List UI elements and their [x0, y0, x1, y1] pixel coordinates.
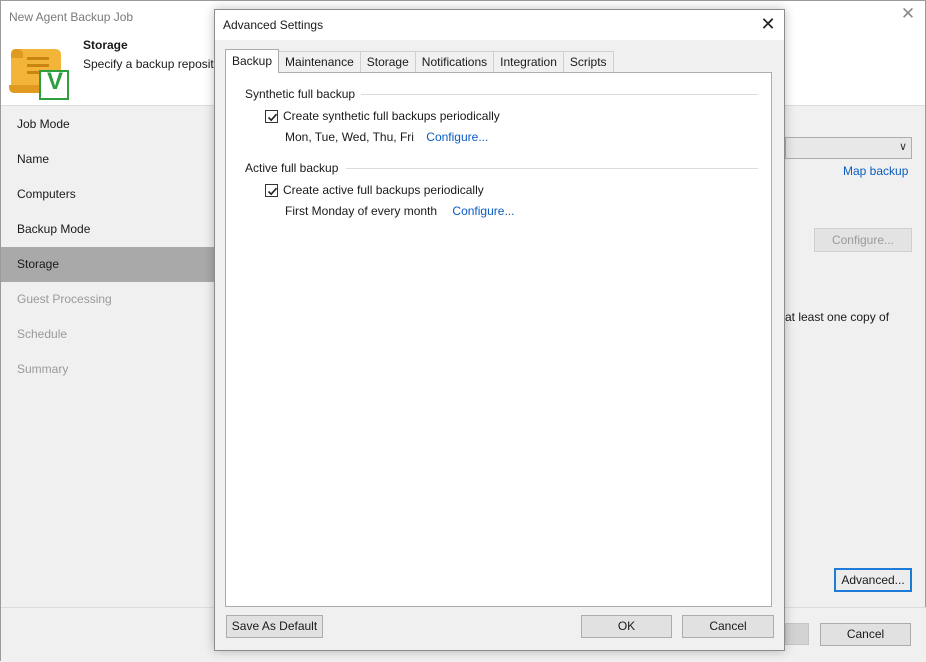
active-schedule-row: First Monday of every month Configure... — [285, 204, 514, 218]
checkmark-icon — [267, 113, 278, 121]
tab-backup[interactable]: Backup — [225, 49, 280, 73]
chevron-down-icon: ∨ — [898, 141, 907, 153]
advanced-settings-dialog: Advanced Settings ✕ Backup Maintenance S… — [214, 9, 785, 651]
cancel-button[interactable]: Cancel — [682, 615, 774, 638]
step-summary: Summary — [17, 362, 69, 376]
storage-panel-visible-edge: ∨ Map backup Configure... at least one c… — [785, 107, 926, 662]
step-backup-mode[interactable]: Backup Mode — [1, 212, 215, 247]
active-configure-link[interactable]: Configure... — [452, 204, 514, 218]
configure-button-disabled: Configure... — [814, 228, 912, 252]
active-full-checkbox-label: Create active full backups periodically — [283, 183, 484, 197]
step-guest-processing: Guest Processing — [17, 292, 112, 306]
step-computers[interactable]: Computers — [1, 177, 215, 212]
tab-maintenance[interactable]: Maintenance — [278, 51, 361, 73]
synthetic-configure-link[interactable]: Configure... — [426, 130, 488, 144]
step-name[interactable]: Name — [1, 142, 215, 177]
active-checkbox-row: Create active full backups periodically — [265, 182, 484, 198]
wizard-title: New Agent Backup Job — [9, 10, 134, 24]
close-icon[interactable]: ✕ — [758, 14, 778, 34]
save-as-default-button[interactable]: Save As Default — [226, 615, 323, 638]
dialog-tabs: Backup Maintenance Storage Notifications… — [225, 49, 614, 73]
logo-badge-letter: V — [46, 68, 63, 95]
synthetic-full-checkbox-label: Create synthetic full backups periodical… — [283, 109, 500, 123]
synthetic-group-divider — [361, 94, 758, 95]
active-schedule-text: First Monday of every month — [285, 204, 438, 218]
active-group-divider — [346, 168, 758, 169]
copy-description-text: at least one copy of — [785, 310, 890, 324]
wizard-close-icon[interactable]: ✕ — [899, 5, 917, 23]
repository-select[interactable]: ∨ — [785, 137, 912, 159]
tab-storage[interactable]: Storage — [359, 51, 416, 73]
ok-button[interactable]: OK — [581, 615, 672, 638]
wizard-header-title: Storage — [83, 38, 128, 52]
map-backup-link[interactable]: Map backup — [843, 164, 908, 178]
tab-notifications[interactable]: Notifications — [414, 51, 495, 73]
synthetic-group-header: Synthetic full backup — [245, 87, 356, 101]
step-job-mode[interactable]: Job Mode — [1, 107, 215, 142]
active-full-checkbox[interactable] — [265, 183, 278, 197]
checkmark-icon — [267, 187, 278, 195]
active-group-header: Active full backup — [245, 161, 339, 175]
tab-integration[interactable]: Integration — [493, 51, 564, 73]
dialog-titlebar: Advanced Settings ✕ — [215, 10, 784, 40]
synthetic-checkbox-row: Create synthetic full backups periodical… — [265, 108, 500, 124]
backup-tab-panel: Synthetic full backup Create synthetic f… — [225, 72, 772, 607]
tab-scripts[interactable]: Scripts — [562, 51, 614, 73]
step-schedule: Schedule — [17, 327, 68, 341]
wizard-header-subtitle: Specify a backup reposito — [83, 57, 221, 71]
wizard-steps: Job Mode Name Computers Backup Mode Stor… — [1, 107, 215, 387]
step-storage[interactable]: Storage — [1, 247, 215, 282]
dialog-title: Advanced Settings — [223, 18, 324, 32]
advanced-button[interactable]: Advanced... — [834, 568, 912, 592]
synthetic-schedule-text: Mon, Tue, Wed, Thu, Fri — [285, 130, 414, 144]
wizard-cancel-button[interactable]: Cancel — [820, 623, 911, 646]
finish-button-edge — [785, 623, 809, 645]
synthetic-full-checkbox[interactable] — [265, 109, 278, 123]
synthetic-schedule-row: Mon, Tue, Wed, Thu, Fri Configure... — [285, 130, 488, 144]
